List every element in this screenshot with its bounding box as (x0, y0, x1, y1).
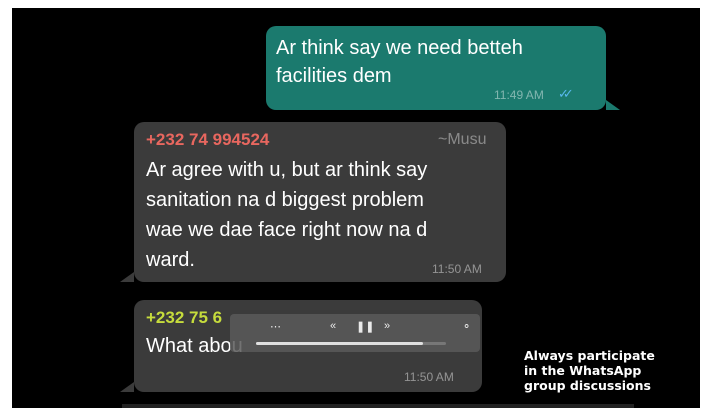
message-text-line: Ar think say we need betteh (276, 37, 523, 59)
media-player-controls[interactable]: ⋯ « ❚❚ » ⚬ (230, 314, 480, 352)
bottom-divider (122, 404, 634, 408)
double-check-read-icon: ✓✓ (558, 86, 574, 101)
playback-progress-fill (256, 342, 424, 345)
message-text-line: Ar agree with u, but ar think say (146, 159, 428, 181)
more-options-icon[interactable]: ⋯ (270, 320, 281, 333)
sender-phone[interactable]: +232 74 994524 (146, 130, 269, 150)
message-time: 11:50 AM (432, 262, 482, 276)
outgoing-message-bubble[interactable]: Ar think say we need betteh facilities d… (266, 26, 606, 110)
message-text-line: facilities dem (276, 65, 392, 87)
message-text-line: sanitation na d biggest problem (146, 189, 424, 211)
caption-overlay: Always participate in the WhatsApp group… (524, 348, 692, 393)
settings-icon[interactable]: ⚬ (462, 320, 471, 333)
rewind-icon[interactable]: « (330, 320, 336, 332)
incoming-message-bubble[interactable]: +232 74 994524 ~Musu Ar agree with u, bu… (134, 122, 506, 282)
message-text-line: What abou (146, 335, 243, 357)
incoming-bubble-tail (120, 382, 134, 392)
caption-line: group discussions (524, 378, 651, 393)
pause-icon[interactable]: ❚❚ (356, 320, 374, 333)
message-text-line: wae we dae face right now na d (146, 219, 428, 241)
sender-name: ~Musu (438, 131, 487, 148)
message-text-line: ward. (146, 249, 195, 271)
message-time: 11:50 AM (404, 370, 454, 384)
fast-forward-icon[interactable]: » (384, 320, 390, 332)
caption-line: Always participate (524, 348, 655, 363)
outgoing-bubble-tail (606, 100, 620, 110)
caption-line: in the WhatsApp (524, 363, 642, 378)
playback-progress-bar[interactable] (256, 342, 446, 345)
message-time: 11:49 AM (494, 88, 544, 102)
incoming-bubble-tail (120, 272, 134, 282)
chat-screen: Ar think say we need betteh facilities d… (12, 8, 700, 408)
sender-phone[interactable]: +232 75 6 (146, 308, 222, 328)
